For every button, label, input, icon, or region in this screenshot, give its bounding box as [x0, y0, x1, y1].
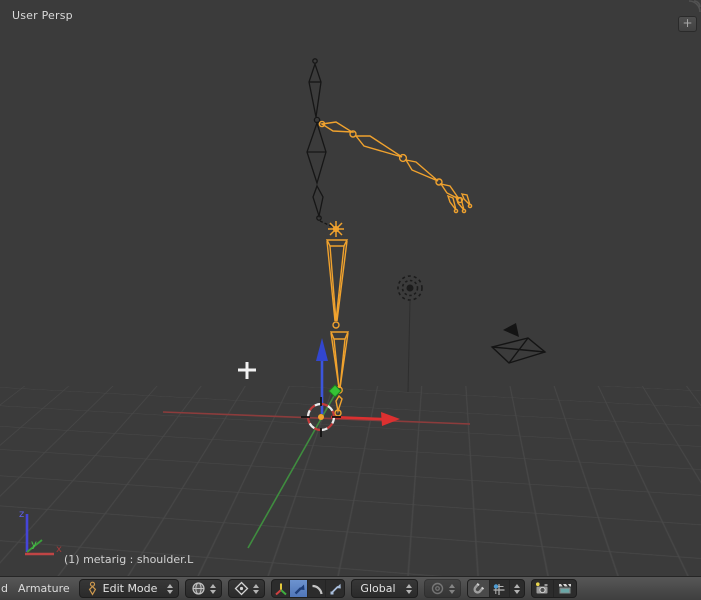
manipulator-toggle-button[interactable]	[272, 580, 291, 597]
3d-viewport[interactable]: z y x User Persp (1) metarig : shoulder.…	[0, 0, 701, 576]
snap-target-button[interactable]	[490, 580, 510, 597]
spin-up-icon	[513, 583, 520, 588]
spin-up-icon	[210, 583, 217, 588]
render-button-group	[530, 579, 577, 598]
spin-down-icon	[167, 589, 174, 594]
shading-select-spinner[interactable]	[208, 583, 218, 594]
magnet-icon	[473, 582, 485, 594]
translate-manipulator-button[interactable]	[290, 580, 309, 597]
spin-down-icon	[210, 589, 217, 594]
spin-down-icon	[253, 589, 260, 594]
armature-icon	[88, 581, 96, 596]
clipped-menu-label[interactable]: d	[0, 582, 12, 595]
scale-manipulator-button[interactable]	[326, 580, 344, 597]
proportional-editing-icon	[431, 582, 443, 595]
manipulator-z-arrowhead[interactable]	[316, 338, 328, 361]
pivot-select-spinner[interactable]	[251, 583, 261, 594]
render-still-button[interactable]	[532, 580, 554, 597]
proportional-select-spinner[interactable]	[447, 583, 457, 594]
scene-overlay: z y x	[19, 0, 701, 556]
axis-tripod-icon	[275, 583, 287, 595]
orientation-select[interactable]: Global	[351, 579, 418, 598]
orientation-select-value: Global	[360, 582, 396, 595]
pivot-select[interactable]	[228, 579, 266, 598]
translate-manipulator[interactable]	[316, 338, 400, 426]
selected-joint-star	[328, 221, 344, 237]
blender-window: z y x User Persp (1) metarig : shoulder.…	[0, 0, 701, 600]
snap-select-spinner[interactable]	[512, 580, 522, 597]
camera-object[interactable]	[490, 323, 547, 364]
snap-increment-icon	[493, 583, 505, 595]
gizmo-z-label: z	[19, 509, 24, 520]
snap-group	[466, 579, 525, 598]
orientation-select-spinner[interactable]	[404, 583, 414, 594]
armature-menu[interactable]: Armature	[12, 582, 76, 595]
lamp-object[interactable]	[397, 275, 423, 393]
spin-up-icon	[405, 583, 412, 588]
render-still-icon	[535, 582, 549, 595]
rotate-manipulator-button[interactable]	[308, 580, 327, 597]
mode-select-value: Edit Mode	[102, 582, 158, 595]
render-animation-button[interactable]	[554, 580, 576, 597]
view3d-header: d Armature Edit Mode Global	[0, 576, 701, 600]
view-name-label: User Persp	[12, 9, 73, 22]
spin-up-icon	[448, 583, 455, 588]
translate-arrow-icon	[294, 584, 305, 594]
spin-up-icon	[253, 583, 260, 588]
scale-arrow-icon	[330, 583, 342, 594]
corner-widget-icon[interactable]	[688, 0, 701, 13]
shading-select[interactable]	[185, 579, 223, 598]
mode-select[interactable]: Edit Mode	[78, 579, 180, 598]
render-animation-icon	[558, 584, 572, 595]
viewport-shading-icon	[192, 582, 206, 595]
rotate-arc-icon	[312, 584, 323, 594]
gizmo-y-label: y	[31, 539, 37, 550]
mini-axis-gizmo: z y x	[19, 509, 62, 556]
properties-expand-button[interactable]: +	[678, 16, 697, 32]
armature-unselected-bones[interactable]	[306, 58, 334, 228]
manipulator-button-group	[271, 579, 346, 598]
armature-selected-bones[interactable]	[318, 120, 473, 420]
proportional-select[interactable]	[423, 579, 461, 598]
snap-toggle-button[interactable]	[467, 580, 490, 597]
gizmo-x-label: x	[56, 544, 62, 555]
spin-up-icon	[167, 583, 174, 588]
mouse-cursor-crosshair	[238, 362, 256, 379]
grid-x-axis	[162, 411, 471, 425]
spin-down-icon	[405, 589, 412, 594]
pivot-point-icon	[235, 581, 249, 596]
active-bone-info-label: (1) metarig : shoulder.L	[64, 553, 194, 566]
spin-down-icon	[513, 589, 520, 594]
manipulator-x-arrowhead[interactable]	[381, 412, 400, 426]
spin-down-icon	[448, 589, 455, 594]
mode-select-spinner[interactable]	[165, 583, 175, 594]
